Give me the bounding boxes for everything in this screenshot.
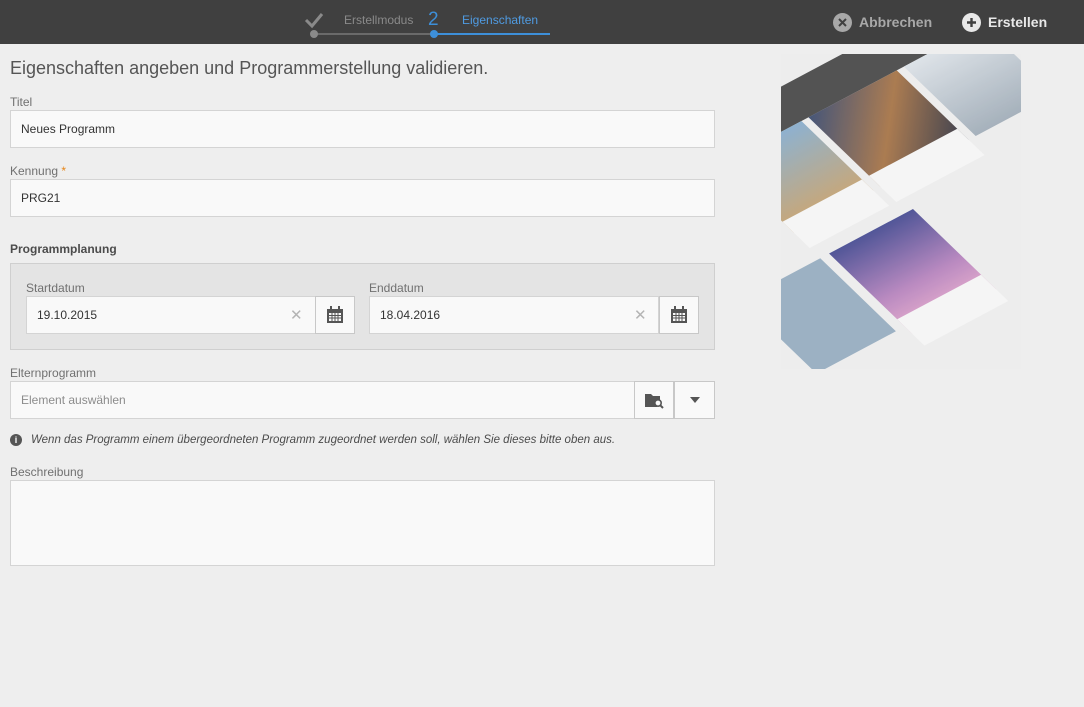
id-input[interactable]: PRG21 [10,179,715,217]
close-circle-icon [833,12,852,32]
end-date-input[interactable]: 18.04.2016 [369,296,659,334]
parent-program-label: Elternprogramm [10,366,97,380]
start-date-label: Startdatum [26,281,85,295]
step-1-label[interactable]: Erstellmodus [344,13,413,27]
id-label-text: Kennung [10,164,59,178]
info-text: Wenn das Programm einem übergeordneten P… [31,434,616,446]
create-label: Erstellen [988,14,1048,30]
end-date-calendar-button[interactable] [659,296,699,334]
step-2-number: 2 [428,9,439,30]
step-1-dot [310,30,318,38]
chevron-down-icon [689,397,700,403]
checkmark-icon [304,13,324,29]
step-2-label[interactable]: Eigenschaften [462,13,538,27]
calendar-icon [327,306,343,323]
wizard-steps: Erstellmodus 2 Eigenschaften [304,0,550,44]
folder-search-icon [645,394,664,409]
calendar-icon [671,306,687,323]
plus-circle-icon [962,12,981,32]
start-date-calendar-button[interactable] [315,296,355,334]
parent-program-input[interactable]: Element auswählen [10,381,635,419]
program-preview-illustration [781,54,1021,369]
preview-image [781,54,1021,369]
required-marker: * [61,164,67,178]
step-track-completed [314,33,434,35]
cancel-label: Abbrechen [859,14,933,30]
info-hint: i Wenn das Programm einem übergeordneten… [10,434,615,446]
description-textarea[interactable] [10,480,715,566]
schedule-heading: Programmplanung [10,242,117,256]
title-input[interactable]: Neues Programm [10,110,715,148]
title-label: Titel [10,95,33,109]
description-label: Beschreibung [10,465,84,479]
step-track-active [434,33,550,35]
end-date-label: Enddatum [369,281,424,295]
browse-parent-button[interactable] [634,381,674,419]
start-date-input[interactable]: 19.10.2015 [26,296,316,334]
create-button[interactable]: Erstellen [962,11,1047,33]
clear-icon[interactable]: ✕ [290,306,303,324]
clear-icon[interactable]: ✕ [634,306,647,324]
step-2-dot [430,30,438,38]
info-icon: i [10,434,22,446]
id-label: Kennung * [10,164,66,178]
parent-dropdown-button[interactable] [674,381,715,419]
top-bar: Erstellmodus 2 Eigenschaften Abbrechen E… [0,0,1084,44]
cancel-button[interactable]: Abbrechen [833,11,932,33]
page-title: Eigenschaften angeben und Programmerstel… [10,58,489,78]
